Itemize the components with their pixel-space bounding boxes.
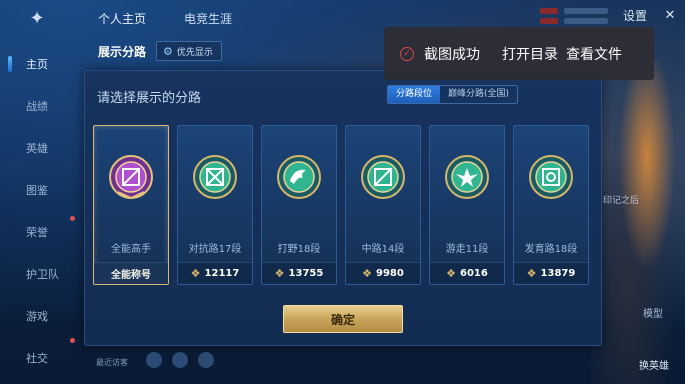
sidebar-item-honor[interactable]: 荣誉 (0, 212, 80, 252)
lane-card-footer: ❖ 13755 (262, 262, 336, 284)
tab-esports-career[interactable]: 电竞生涯 (184, 10, 232, 27)
sidebar-item-records[interactable]: 战绩 (0, 86, 80, 126)
lane-card-farm[interactable]: 发育路18段 ❖ 13879 (513, 125, 589, 285)
lane-card-name: 游走11段 (445, 244, 489, 255)
lane-card-roam[interactable]: 游走11段 ❖ 6016 (429, 125, 505, 285)
lane-card-footer: ❖ 9980 (346, 262, 420, 284)
model-button[interactable]: 模型 (643, 305, 663, 320)
gear-icon: ⚙ (163, 44, 173, 58)
priority-display-label: 优先显示 (176, 47, 213, 58)
recent-visitors-label: 最近访客 (96, 358, 128, 367)
panel-title: 展示分路 (98, 45, 147, 59)
toast-message: 截图成功 (424, 46, 480, 63)
hero-side-label: 印记之后 (602, 196, 639, 206)
power-icon: ❖ (274, 267, 285, 280)
lane-card-jungle[interactable]: 打野18段 ❖ 13755 (261, 125, 337, 285)
lane-card-mid[interactable]: 中路14段 ❖ 9980 (345, 125, 421, 285)
segment-peak-lane[interactable]: 巅峰分路(全国) (440, 86, 518, 103)
sidebar-item-home[interactable]: 主页 (0, 44, 80, 84)
confirm-button[interactable]: 确定 (283, 305, 403, 333)
lane-card-name: 全能高手 (111, 244, 151, 255)
open-folder-button[interactable]: 打开目录 (502, 44, 558, 64)
lane-power-value: 13755 (288, 268, 324, 279)
sidebar-item-codex[interactable]: 图鉴 (0, 170, 80, 210)
avatar[interactable] (146, 352, 162, 368)
power-icon: ❖ (526, 267, 537, 280)
sidebar-item-guard[interactable]: 护卫队 (0, 254, 80, 294)
sidebar-item-social[interactable]: 社交 (0, 338, 80, 378)
farm-lane-emblem-icon (529, 155, 573, 199)
lane-segment-control: 分路段位 巅峰分路(全国) (387, 85, 519, 104)
notification-dot (70, 338, 75, 343)
lane-card-all-round[interactable]: 全能高手 全能称号 (93, 125, 169, 285)
lane-card-name: 中路14段 (361, 244, 405, 255)
mid-lane-emblem-icon (361, 155, 405, 199)
sidebar-item-games[interactable]: 游戏 (0, 296, 80, 336)
lane-power-value: 12117 (204, 268, 240, 279)
settings-button[interactable]: 设置 (623, 7, 647, 24)
lane-card-footer: 全能称号 (94, 262, 168, 284)
change-hero-button[interactable]: 换英雄 (639, 357, 669, 372)
jungle-lane-emblem-icon (277, 155, 321, 199)
lane-card-clash[interactable]: 对抗路17段 ❖ 12117 (177, 125, 253, 285)
priority-display-button[interactable]: ⚙ 优先显示 (156, 41, 222, 61)
lane-select-panel: 请选择展示的分路 分路段位 巅峰分路(全国) 全能高手 全能称号 对抗路17段 … (84, 70, 602, 346)
check-icon: ✓ (400, 46, 414, 61)
lane-card-footer: ❖ 6016 (430, 262, 504, 284)
lane-power-value: 9980 (376, 268, 404, 279)
recent-visitor-avatars (146, 352, 214, 368)
sidebar-item-heroes[interactable]: 英雄 (0, 128, 80, 168)
tab-personal-home[interactable]: 个人主页 (98, 10, 146, 27)
sidebar: 主页 战绩 英雄 图鉴 荣誉 护卫队 游戏 社交 (0, 40, 80, 384)
status-bar (540, 4, 610, 28)
view-file-button[interactable]: 查看文件 (566, 44, 622, 64)
power-icon: ❖ (446, 267, 457, 280)
lane-power-value: 13879 (540, 268, 576, 279)
avatar[interactable] (198, 352, 214, 368)
all-round-emblem-icon (109, 155, 153, 200)
avatar[interactable] (172, 352, 188, 368)
power-icon: ❖ (362, 267, 373, 280)
roam-lane-emblem-icon (445, 155, 489, 199)
lane-card-footer: ❖ 13879 (514, 262, 588, 284)
game-logo-icon[interactable]: ✦ (18, 8, 56, 30)
lane-card-footer: ❖ 12117 (178, 262, 252, 284)
lane-card-name: 打野18段 (277, 244, 321, 255)
hero-figure (590, 60, 685, 384)
power-icon: ❖ (190, 267, 201, 280)
close-icon[interactable]: ✕ (661, 7, 679, 25)
segment-lane-rank[interactable]: 分路段位 (388, 86, 441, 103)
clash-lane-emblem-icon (193, 155, 237, 199)
lane-power-value: 6016 (460, 268, 488, 279)
lane-card-name: 发育路18段 (524, 244, 578, 255)
all-round-title-label: 全能称号 (111, 270, 151, 281)
notification-dot (70, 216, 75, 221)
screenshot-toast: ✓ 截图成功 打开目录 查看文件 (384, 27, 654, 80)
lane-card-name: 对抗路17段 (188, 244, 242, 255)
choose-lane-label: 请选择展示的分路 (97, 91, 202, 106)
